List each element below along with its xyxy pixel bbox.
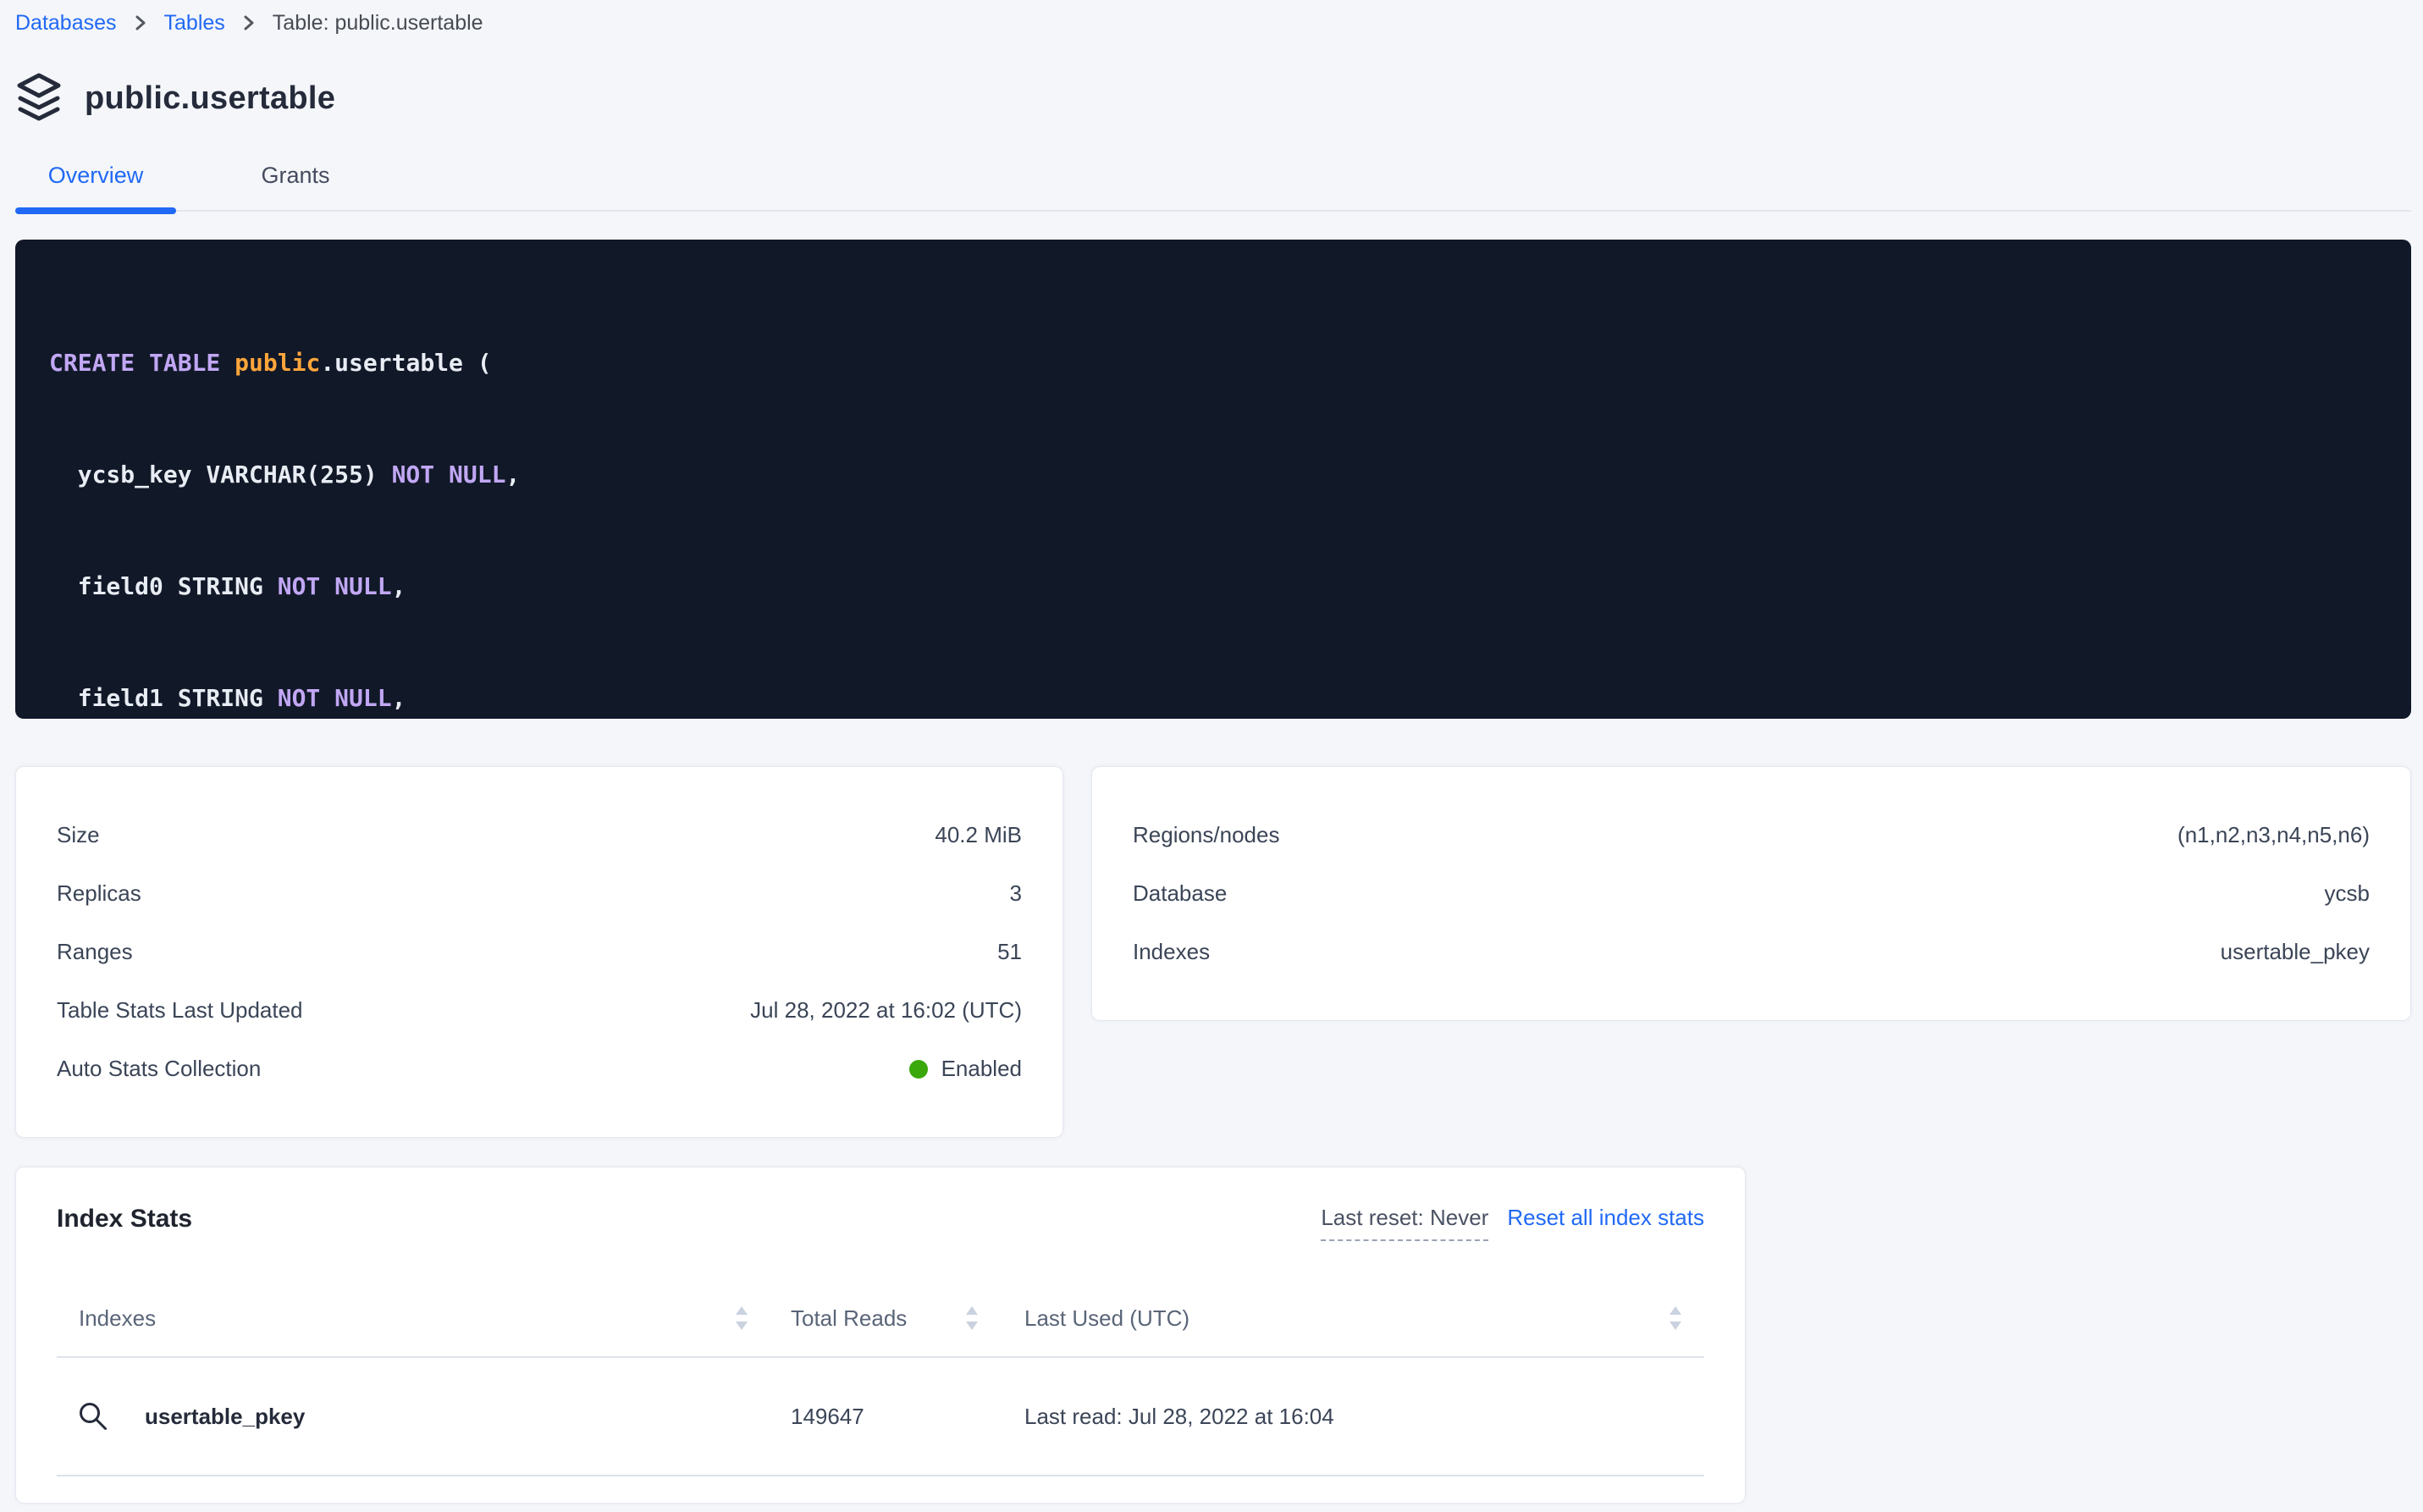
tab-grants[interactable]: Grants xyxy=(215,161,376,210)
column-header-last-used[interactable]: Last Used (UTC) xyxy=(1024,1305,1704,1332)
details-cards-row: Size 40.2 MiB Replicas 3 Ranges 51 Table… xyxy=(15,766,2411,1138)
page-header: public.usertable xyxy=(15,74,2411,122)
stack-layers-icon xyxy=(15,72,63,125)
index-stats-header: Index Stats Last reset: Never Reset all … xyxy=(57,1203,1704,1241)
stat-row-size: Size 40.2 MiB xyxy=(57,806,1022,864)
stat-label: Auto Stats Collection xyxy=(57,1056,261,1082)
sort-icon[interactable] xyxy=(1669,1305,1682,1331)
stat-row-stats-updated: Table Stats Last Updated Jul 28, 2022 at… xyxy=(57,981,1022,1040)
stat-value: ycsb xyxy=(2325,880,2370,907)
tab-overview[interactable]: Overview xyxy=(15,161,176,210)
stat-label: Ranges xyxy=(57,939,133,965)
sql-line: field0 STRING NOT NULL, xyxy=(49,568,2377,605)
stat-value: (n1,n2,n3,n4,n5,n6) xyxy=(2177,822,2370,848)
breadcrumb-current: Table: public.usertable xyxy=(273,11,483,36)
page: Databases Tables Table: public.usertable… xyxy=(0,0,2423,1504)
chevron-right-icon xyxy=(134,12,147,34)
tab-bar: Overview Grants xyxy=(15,161,2411,212)
sort-icon[interactable] xyxy=(735,1305,748,1331)
index-stats-card: Index Stats Last reset: Never Reset all … xyxy=(15,1167,1746,1504)
stat-label: Replicas xyxy=(57,880,141,907)
page-title: public.usertable xyxy=(85,80,335,117)
column-label: Total Reads xyxy=(791,1305,907,1332)
column-label: Indexes xyxy=(79,1305,156,1332)
sort-icon[interactable] xyxy=(965,1305,979,1331)
stat-label: Table Stats Last Updated xyxy=(57,997,303,1024)
table-details-card: Size 40.2 MiB Replicas 3 Ranges 51 Table… xyxy=(15,766,1063,1138)
last-reset-label: Last reset: Never xyxy=(1321,1205,1488,1241)
stat-value: 40.2 MiB xyxy=(935,822,1022,848)
sql-line: CREATE TABLE public.usertable ( xyxy=(49,345,2377,382)
breadcrumb: Databases Tables Table: public.usertable xyxy=(15,0,2411,37)
index-table-header: Indexes Total Reads Last Used (UTC) xyxy=(57,1280,1704,1358)
create-table-sql-block: CREATE TABLE public.usertable ( ycsb_key… xyxy=(15,240,2411,719)
stat-label: Size xyxy=(57,822,100,848)
column-header-total-reads[interactable]: Total Reads xyxy=(791,1305,1024,1332)
stat-value: 3 xyxy=(1010,880,1022,907)
index-stats-title: Index Stats xyxy=(57,1203,192,1235)
reset-all-index-stats-link[interactable]: Reset all index stats xyxy=(1507,1205,1704,1231)
sql-line: field1 STRING NOT NULL, xyxy=(49,680,2377,717)
search-icon xyxy=(77,1400,109,1432)
stat-label: Database xyxy=(1133,880,1227,907)
stat-row-replicas: Replicas 3 xyxy=(57,864,1022,923)
stat-row-indexes: Indexes usertable_pkey xyxy=(1133,923,2370,981)
stat-row-auto-stats: Auto Stats Collection Enabled xyxy=(57,1040,1022,1098)
index-name[interactable]: usertable_pkey xyxy=(145,1404,305,1430)
index-table-row[interactable]: usertable_pkey 149647 Last read: Jul 28,… xyxy=(57,1358,1704,1476)
last-used-cell: Last read: Jul 28, 2022 at 16:04 xyxy=(1024,1404,1704,1430)
sql-line: ycsb_key VARCHAR(255) NOT NULL, xyxy=(49,456,2377,494)
stat-row-regions: Regions/nodes (n1,n2,n3,n4,n5,n6) xyxy=(1133,806,2370,864)
stat-value: 51 xyxy=(997,939,1022,965)
column-label: Last Used (UTC) xyxy=(1024,1305,1189,1332)
column-header-indexes[interactable]: Indexes xyxy=(57,1305,791,1332)
index-stats-reset-area: Last reset: Never Reset all index stats xyxy=(1321,1205,1704,1241)
stat-label: Indexes xyxy=(1133,939,1210,965)
index-name-cell: usertable_pkey xyxy=(57,1400,791,1432)
status-dot-green xyxy=(909,1060,928,1079)
breadcrumb-link-tables[interactable]: Tables xyxy=(164,11,225,36)
stat-value: Jul 28, 2022 at 16:02 (UTC) xyxy=(750,997,1022,1024)
stat-value: usertable_pkey xyxy=(2221,939,2370,965)
stat-label: Regions/nodes xyxy=(1133,822,1279,848)
status-text: Enabled xyxy=(941,1056,1022,1082)
chevron-right-icon xyxy=(242,12,256,34)
total-reads-cell: 149647 xyxy=(791,1404,1024,1430)
stat-row-ranges: Ranges 51 xyxy=(57,923,1022,981)
table-location-card: Regions/nodes (n1,n2,n3,n4,n5,n6) Databa… xyxy=(1091,766,2411,1021)
status-badge: Enabled xyxy=(909,1056,1022,1082)
stat-row-database: Database ycsb xyxy=(1133,864,2370,923)
breadcrumb-link-databases[interactable]: Databases xyxy=(15,11,117,36)
